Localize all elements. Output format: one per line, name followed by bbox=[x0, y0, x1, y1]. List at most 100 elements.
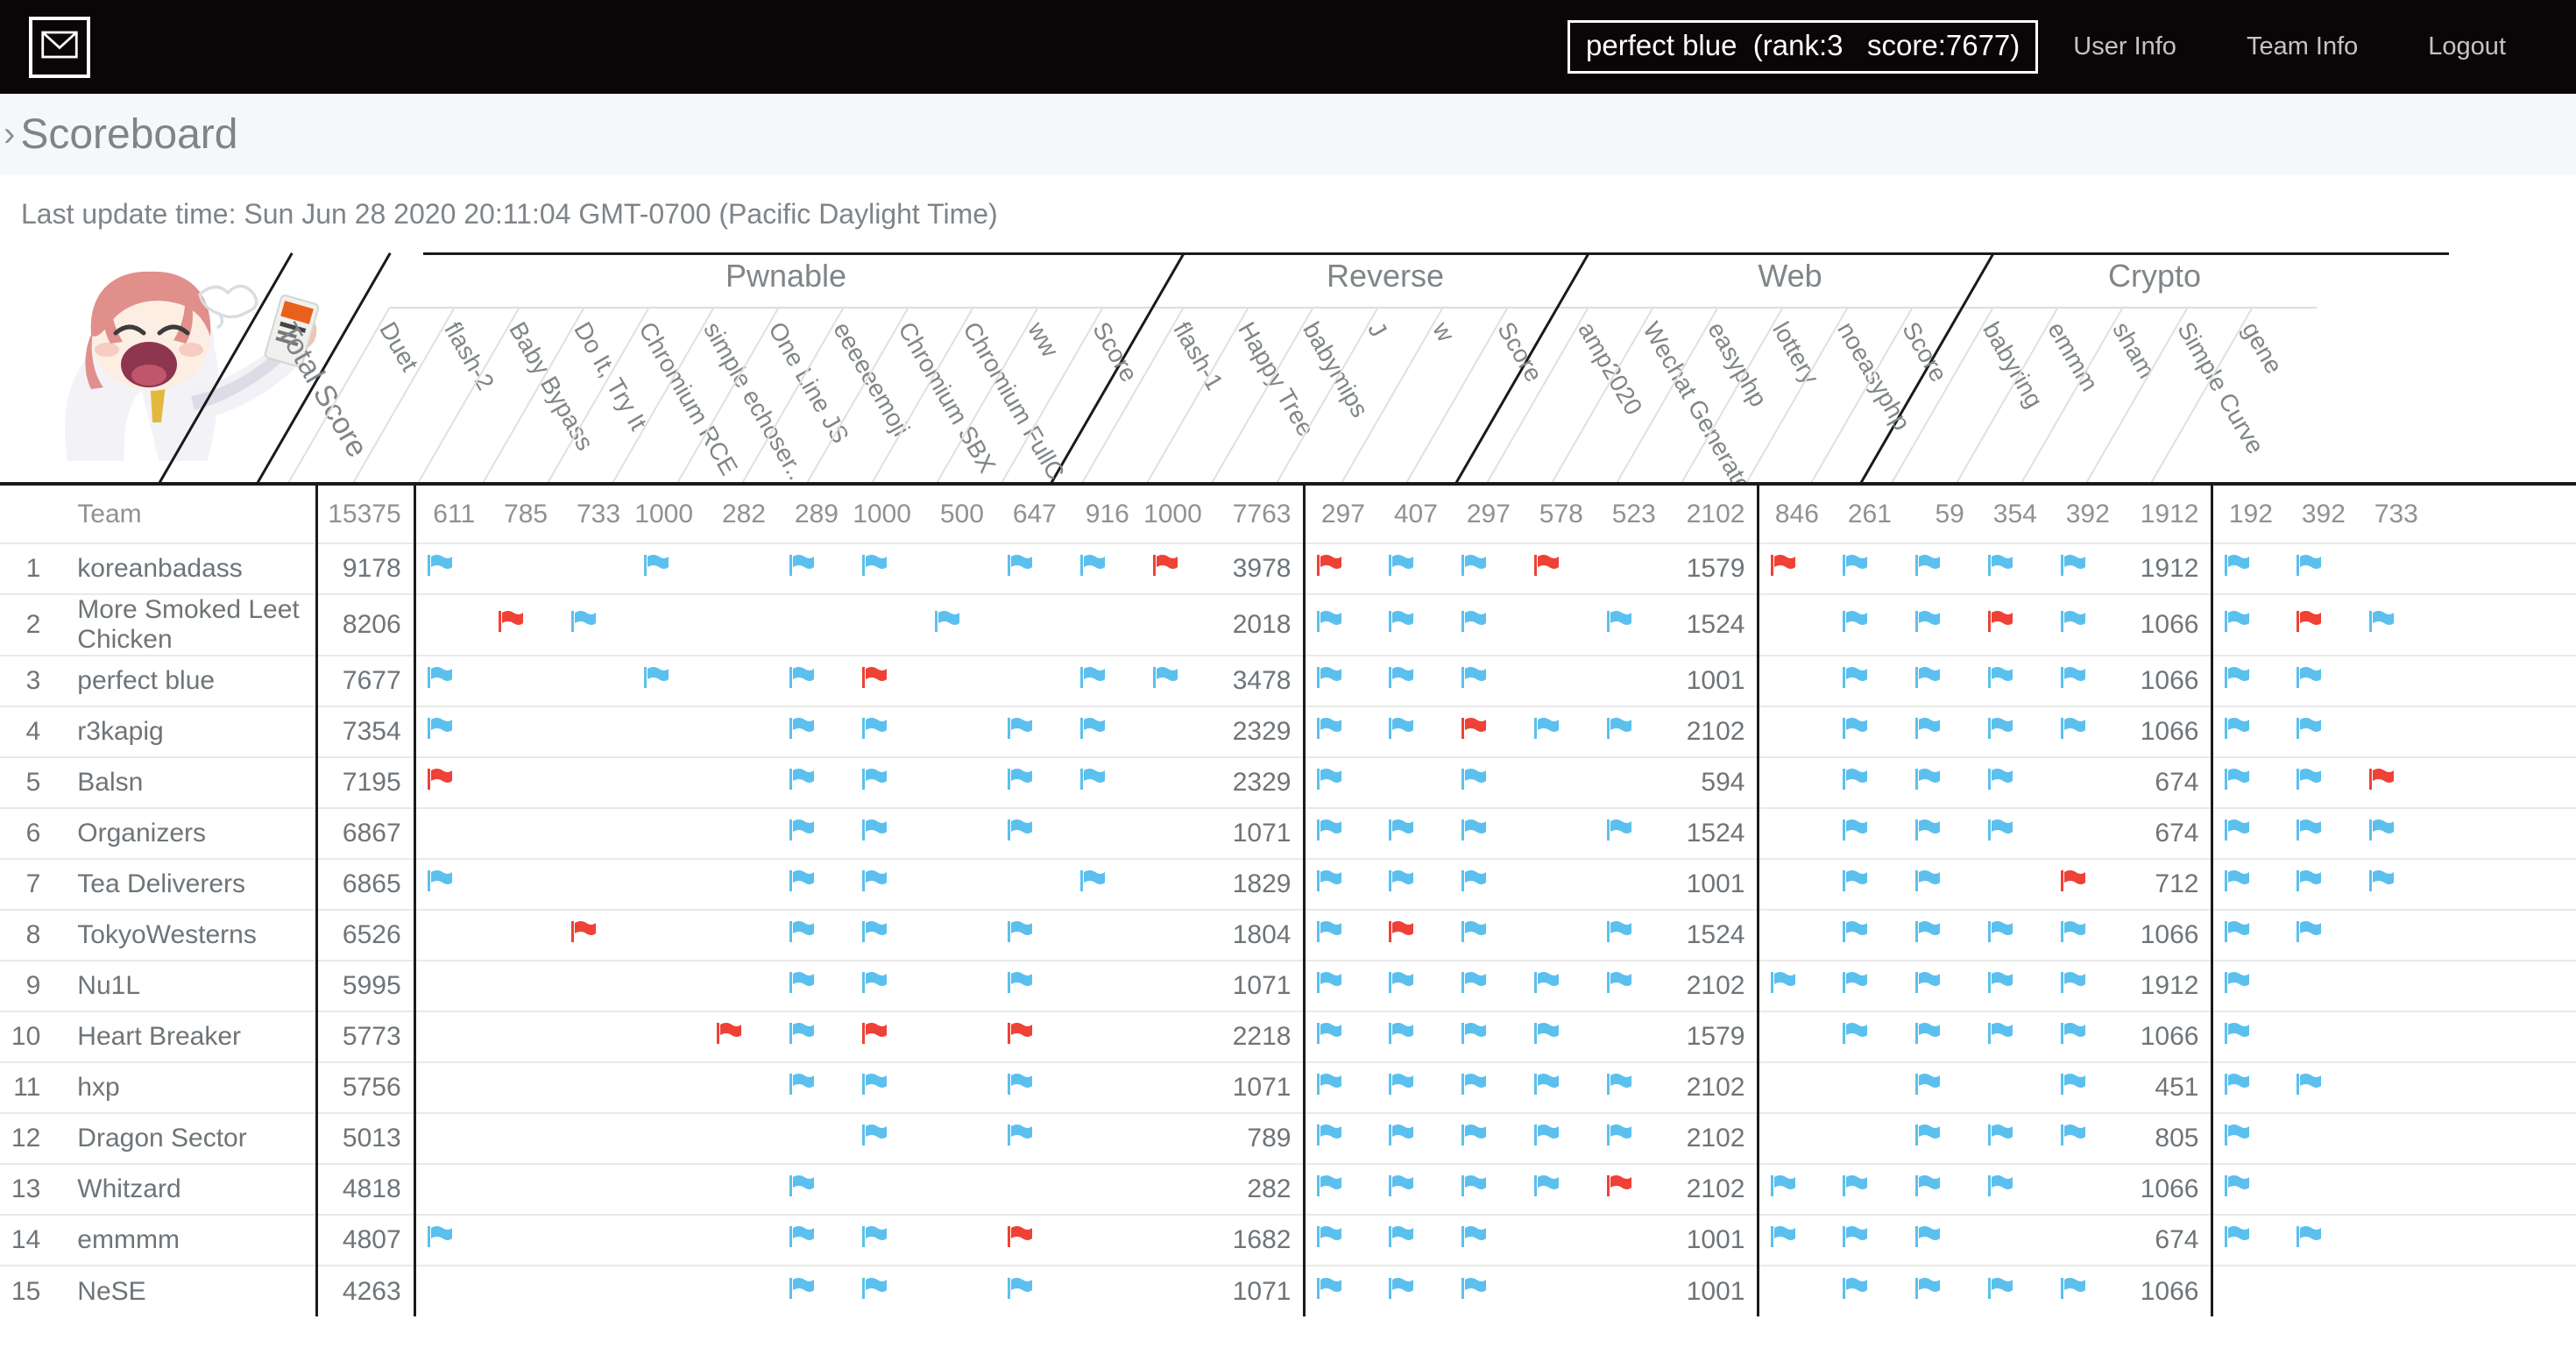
flag-icon[interactable] bbox=[427, 665, 453, 690]
solve-cell[interactable] bbox=[2285, 859, 2358, 910]
solve-cell[interactable] bbox=[2358, 1062, 2431, 1113]
solve-cell[interactable] bbox=[1303, 1113, 1377, 1164]
solve-cell[interactable] bbox=[1757, 1011, 1831, 1062]
solve-cell[interactable] bbox=[2358, 1266, 2431, 1316]
solve-cell[interactable] bbox=[705, 961, 778, 1011]
solve-cell[interactable] bbox=[2049, 910, 2122, 961]
solve-cell[interactable] bbox=[1596, 1113, 1668, 1164]
flag-icon[interactable] bbox=[1914, 665, 1941, 690]
flag-icon[interactable] bbox=[643, 665, 669, 690]
flag-icon[interactable] bbox=[1388, 553, 1414, 578]
solve-cell[interactable] bbox=[851, 859, 924, 910]
solve-cell[interactable] bbox=[413, 961, 488, 1011]
flag-icon[interactable] bbox=[861, 716, 888, 741]
solve-cell[interactable] bbox=[2358, 859, 2431, 910]
solve-cell[interactable] bbox=[487, 543, 560, 594]
solve-cell[interactable] bbox=[1450, 1164, 1523, 1215]
solve-cell[interactable] bbox=[851, 1062, 924, 1113]
row-team-name[interactable]: emmmm bbox=[51, 1215, 316, 1266]
flag-icon[interactable] bbox=[2296, 919, 2322, 944]
solve-cell[interactable] bbox=[1757, 757, 1831, 808]
solve-cell[interactable] bbox=[2049, 1011, 2122, 1062]
solve-cell[interactable] bbox=[2285, 1011, 2358, 1062]
solve-cell[interactable] bbox=[1757, 656, 1831, 706]
solve-cell[interactable] bbox=[1377, 656, 1450, 706]
solve-cell[interactable] bbox=[560, 859, 633, 910]
flag-icon[interactable] bbox=[1316, 609, 1342, 634]
solve-cell[interactable] bbox=[2358, 757, 2431, 808]
solve-cell[interactable] bbox=[1377, 1062, 1450, 1113]
solve-cell[interactable] bbox=[1977, 1113, 2049, 1164]
flag-icon[interactable] bbox=[1842, 818, 1868, 842]
solve-cell[interactable] bbox=[2285, 543, 2358, 594]
solve-cell[interactable] bbox=[2285, 656, 2358, 706]
solve-cell[interactable] bbox=[633, 1215, 705, 1266]
row-team-name[interactable]: koreanbadass bbox=[51, 543, 316, 594]
solve-cell[interactable] bbox=[1831, 656, 1904, 706]
solve-cell[interactable] bbox=[2431, 859, 2503, 910]
solve-cell[interactable] bbox=[1303, 910, 1377, 961]
flag-icon[interactable] bbox=[789, 767, 815, 791]
solve-cell[interactable] bbox=[996, 656, 1069, 706]
flag-icon[interactable] bbox=[861, 1224, 888, 1249]
solve-cell[interactable] bbox=[560, 1215, 633, 1266]
solve-cell[interactable] bbox=[2358, 1164, 2431, 1215]
solve-cell[interactable] bbox=[1596, 1011, 1668, 1062]
flag-icon[interactable] bbox=[1987, 767, 2013, 791]
flag-icon[interactable] bbox=[427, 767, 453, 791]
solve-cell[interactable] bbox=[778, 1011, 851, 1062]
solve-cell[interactable] bbox=[1904, 859, 1977, 910]
solve-cell[interactable] bbox=[778, 1062, 851, 1113]
flag-icon[interactable] bbox=[1914, 1276, 1941, 1301]
solve-cell[interactable] bbox=[413, 543, 488, 594]
flag-icon[interactable] bbox=[1770, 1174, 1796, 1198]
flag-icon[interactable] bbox=[1079, 665, 1106, 690]
solve-cell[interactable] bbox=[2358, 1113, 2431, 1164]
flag-icon[interactable] bbox=[570, 609, 597, 634]
flag-icon[interactable] bbox=[1606, 1123, 1632, 1147]
flag-icon[interactable] bbox=[1533, 1072, 1560, 1096]
flag-icon[interactable] bbox=[427, 553, 453, 578]
solve-cell[interactable] bbox=[1069, 961, 1142, 1011]
solve-cell[interactable] bbox=[2431, 1215, 2503, 1266]
solve-cell[interactable] bbox=[560, 757, 633, 808]
solve-cell[interactable] bbox=[996, 706, 1069, 757]
solve-cell[interactable] bbox=[1596, 706, 1668, 757]
solve-cell[interactable] bbox=[1142, 543, 1214, 594]
solve-cell[interactable] bbox=[1757, 808, 1831, 859]
flag-icon[interactable] bbox=[1914, 767, 1941, 791]
solve-cell[interactable] bbox=[1977, 1266, 2049, 1316]
flag-icon[interactable] bbox=[1461, 1021, 1487, 1046]
solve-cell[interactable] bbox=[633, 757, 705, 808]
flag-icon[interactable] bbox=[1461, 919, 1487, 944]
solve-cell[interactable] bbox=[2503, 543, 2576, 594]
solve-cell[interactable] bbox=[1523, 910, 1596, 961]
solve-cell[interactable] bbox=[1523, 706, 1596, 757]
solve-cell[interactable] bbox=[1069, 1062, 1142, 1113]
solve-cell[interactable] bbox=[705, 543, 778, 594]
solve-cell[interactable] bbox=[633, 706, 705, 757]
solve-cell[interactable] bbox=[851, 706, 924, 757]
flag-icon[interactable] bbox=[1316, 767, 1342, 791]
solve-cell[interactable] bbox=[487, 1164, 560, 1215]
solve-cell[interactable] bbox=[487, 859, 560, 910]
solve-cell[interactable] bbox=[560, 1062, 633, 1113]
solve-cell[interactable] bbox=[1523, 757, 1596, 808]
flag-icon[interactable] bbox=[2296, 609, 2322, 634]
solve-cell[interactable] bbox=[1596, 1215, 1668, 1266]
solve-cell[interactable] bbox=[924, 808, 996, 859]
row-team-name[interactable]: Nu1L bbox=[51, 961, 316, 1011]
solve-cell[interactable] bbox=[1596, 1062, 1668, 1113]
solve-cell[interactable] bbox=[413, 1266, 488, 1316]
solve-cell[interactable] bbox=[2358, 1011, 2431, 1062]
flag-icon[interactable] bbox=[2060, 553, 2086, 578]
flag-icon[interactable] bbox=[1533, 716, 1560, 741]
solve-cell[interactable] bbox=[851, 757, 924, 808]
solve-cell[interactable] bbox=[924, 594, 996, 656]
solve-cell[interactable] bbox=[778, 706, 851, 757]
solve-cell[interactable] bbox=[1757, 910, 1831, 961]
flag-icon[interactable] bbox=[1914, 553, 1941, 578]
solve-cell[interactable] bbox=[633, 543, 705, 594]
flag-icon[interactable] bbox=[1007, 919, 1033, 944]
solve-cell[interactable] bbox=[560, 1113, 633, 1164]
